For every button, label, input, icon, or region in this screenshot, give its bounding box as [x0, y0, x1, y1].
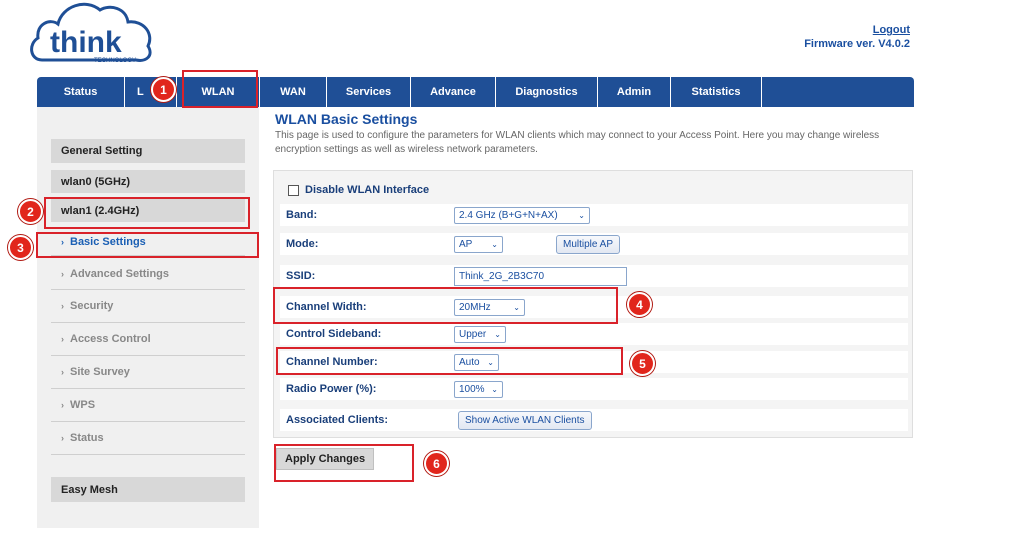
sidebar-item-site-survey[interactable]: › Site Survey — [51, 356, 245, 389]
tab-admin[interactable]: Admin — [598, 77, 671, 107]
header-right: Logout Firmware ver. V4.0.2 — [804, 23, 910, 51]
sidebar-easy-mesh[interactable]: Easy Mesh — [51, 477, 245, 502]
sidebar-wlan0[interactable]: wlan0 (5GHz) — [51, 170, 245, 193]
tab-advance[interactable]: Advance — [411, 77, 496, 107]
annotation-badge-3: 3 — [8, 235, 33, 260]
ssid-label: SSID: — [286, 270, 316, 282]
annotation-badge-5: 5 — [630, 351, 655, 376]
annotation-badge-6: 6 — [424, 451, 449, 476]
annotation-box-4 — [273, 287, 618, 324]
sidebar-item-label: Access Control — [70, 333, 151, 345]
tab-services[interactable]: Services — [327, 77, 411, 107]
chevron-down-icon: ⌄ — [491, 384, 498, 394]
chevron-right-icon: › — [61, 400, 64, 410]
sidebar-general-setting[interactable]: General Setting — [51, 139, 245, 163]
chevron-down-icon: ⌄ — [578, 210, 585, 220]
sidebar-item-label: Security — [70, 300, 114, 312]
page-description: This page is used to configure the param… — [275, 130, 880, 155]
sidebar-item-access-control[interactable]: › Access Control — [51, 323, 245, 356]
associated-clients-label: Associated Clients: — [286, 414, 389, 426]
sidebar-item-label: Status — [70, 432, 104, 444]
band-row: Band: 2.4 GHz (B+G+N+AX) ⌄ — [280, 204, 908, 226]
firmware-version: Firmware ver. V4.0.2 — [804, 38, 910, 50]
ssid-input[interactable]: Think_2G_2B3C70 — [454, 266, 627, 286]
mode-label: Mode: — [286, 238, 319, 250]
annotation-badge-4: 4 — [627, 292, 652, 317]
logo-wordmark: think — [50, 26, 122, 59]
band-value: 2.4 GHz (B+G+N+AX) — [459, 209, 558, 221]
mode-row: Mode: AP ⌄ Multiple AP — [280, 233, 908, 255]
associated-clients-row: Associated Clients: Show Active WLAN Cli… — [280, 409, 908, 431]
chevron-down-icon: ⌄ — [494, 329, 501, 339]
chevron-right-icon: › — [61, 367, 64, 377]
sidebar-item-label: Site Survey — [70, 366, 130, 378]
annotation-box-1 — [182, 70, 258, 108]
page-title: WLAN Basic Settings — [275, 111, 418, 127]
logo-subtitle: TECHNOLOGY — [94, 58, 136, 64]
tab-wan[interactable]: WAN — [260, 77, 327, 107]
chevron-right-icon: › — [61, 433, 64, 443]
sidebar: General Setting wlan0 (5GHz) wlan1 (2.4G… — [37, 107, 259, 528]
chevron-right-icon: › — [61, 334, 64, 344]
sidebar-item-advanced-settings[interactable]: › Advanced Settings — [51, 258, 245, 290]
disable-wlan-row: Disable WLAN Interface — [280, 179, 908, 201]
disable-wlan-checkbox[interactable] — [288, 184, 299, 196]
mode-value: AP — [459, 238, 473, 250]
annotation-box-5 — [276, 347, 623, 375]
chevron-down-icon: ⌄ — [491, 239, 498, 249]
annotation-box-6 — [274, 444, 414, 482]
annotation-box-2 — [44, 197, 250, 229]
sidebar-item-status[interactable]: › Status — [51, 422, 245, 455]
mode-select[interactable]: AP ⌄ — [454, 235, 503, 253]
ssid-row: SSID: Think_2G_2B3C70 — [280, 265, 908, 287]
annotation-badge-1: 1 — [151, 77, 176, 102]
sidebar-item-label: Advanced Settings — [70, 267, 170, 280]
think-logo: think TECHNOLOGY — [28, 0, 160, 66]
sidebar-item-security[interactable]: › Security — [51, 290, 245, 323]
radio-power-value: 100% — [459, 383, 485, 395]
control-sideband-select[interactable]: Upper ⌄ — [454, 325, 506, 343]
chevron-right-icon: › — [61, 268, 64, 279]
annotation-box-3 — [36, 232, 259, 258]
radio-power-label: Radio Power (%): — [286, 383, 377, 395]
annotation-badge-2: 2 — [18, 199, 43, 224]
logout-link[interactable]: Logout — [804, 23, 910, 37]
multiple-ap-button[interactable]: Multiple AP — [556, 234, 621, 254]
tab-statistics[interactable]: Statistics — [671, 77, 762, 107]
control-sideband-row: Control Sideband: Upper ⌄ — [280, 323, 908, 345]
radio-power-row: Radio Power (%): 100% ⌄ — [280, 378, 908, 400]
tab-status[interactable]: Status — [37, 77, 125, 107]
tab-diagnostics[interactable]: Diagnostics — [496, 77, 598, 107]
sidebar-item-label: WPS — [70, 399, 96, 411]
chevron-right-icon: › — [61, 301, 64, 311]
control-sideband-value: Upper — [459, 328, 487, 340]
sidebar-item-wps[interactable]: › WPS — [51, 389, 245, 422]
disable-wlan-label: Disable WLAN Interface — [305, 184, 430, 196]
show-active-clients-button[interactable]: Show Active WLAN Clients — [458, 410, 592, 430]
control-sideband-label: Control Sideband: — [286, 328, 382, 340]
radio-power-select[interactable]: 100% ⌄ — [454, 380, 503, 398]
band-label: Band: — [286, 209, 318, 221]
band-select[interactable]: 2.4 GHz (B+G+N+AX) ⌄ — [454, 206, 590, 224]
